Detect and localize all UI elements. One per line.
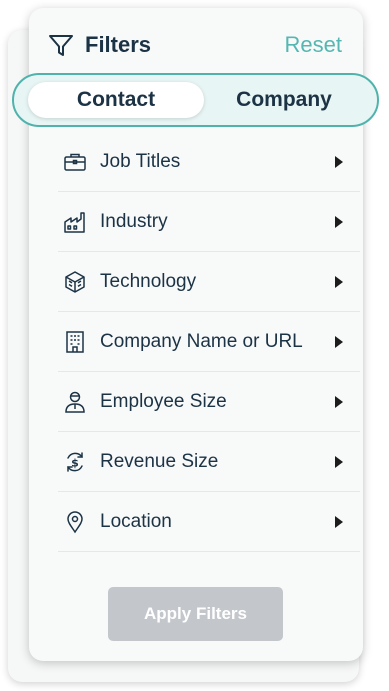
filter-item-revenue-size[interactable]: $ Revenue Size — [58, 432, 360, 492]
dollar-cycle-icon: $ — [63, 450, 87, 474]
briefcase-icon — [63, 150, 87, 174]
tab-company[interactable]: Company — [204, 82, 364, 118]
filter-label: Revenue Size — [100, 450, 219, 472]
person-icon — [63, 390, 87, 414]
funnel-icon — [48, 33, 74, 59]
filter-item-technology[interactable]: Technology — [58, 252, 360, 312]
filter-label: Company Name or URL — [100, 330, 303, 352]
chevron-right-icon — [335, 395, 343, 408]
chevron-right-icon — [335, 335, 343, 348]
filter-item-employee-size[interactable]: Employee Size — [58, 372, 360, 432]
apply-filters-button[interactable]: Apply Filters — [108, 587, 283, 641]
chevron-right-icon — [335, 455, 343, 468]
filter-item-location[interactable]: Location — [58, 492, 360, 552]
filter-label: Industry — [100, 210, 168, 232]
tab-contact[interactable]: Contact — [28, 82, 204, 118]
panel-header: Filters Reset — [29, 8, 363, 78]
svg-text:$: $ — [71, 456, 79, 469]
chevron-right-icon — [335, 215, 343, 228]
filter-item-industry[interactable]: Industry — [58, 192, 360, 252]
chevron-right-icon — [335, 515, 343, 528]
cube-icon — [63, 270, 87, 294]
filter-item-job-titles[interactable]: Job Titles — [58, 132, 360, 192]
contact-company-toggle: Contact Company — [12, 73, 379, 127]
page-title: Filters — [85, 32, 152, 57]
factory-icon — [63, 210, 87, 234]
filter-label: Employee Size — [100, 390, 227, 412]
building-icon — [63, 330, 87, 354]
chevron-right-icon — [335, 155, 343, 168]
filter-label: Location — [100, 510, 172, 532]
location-pin-icon — [63, 510, 87, 534]
filter-label: Technology — [100, 270, 197, 292]
filter-list: Job Titles Industry Technology Company N… — [58, 132, 360, 552]
filter-item-company-name[interactable]: Company Name or URL — [58, 312, 360, 372]
chevron-right-icon — [335, 275, 343, 288]
filter-label: Job Titles — [100, 150, 181, 172]
reset-button[interactable]: Reset — [285, 32, 342, 58]
